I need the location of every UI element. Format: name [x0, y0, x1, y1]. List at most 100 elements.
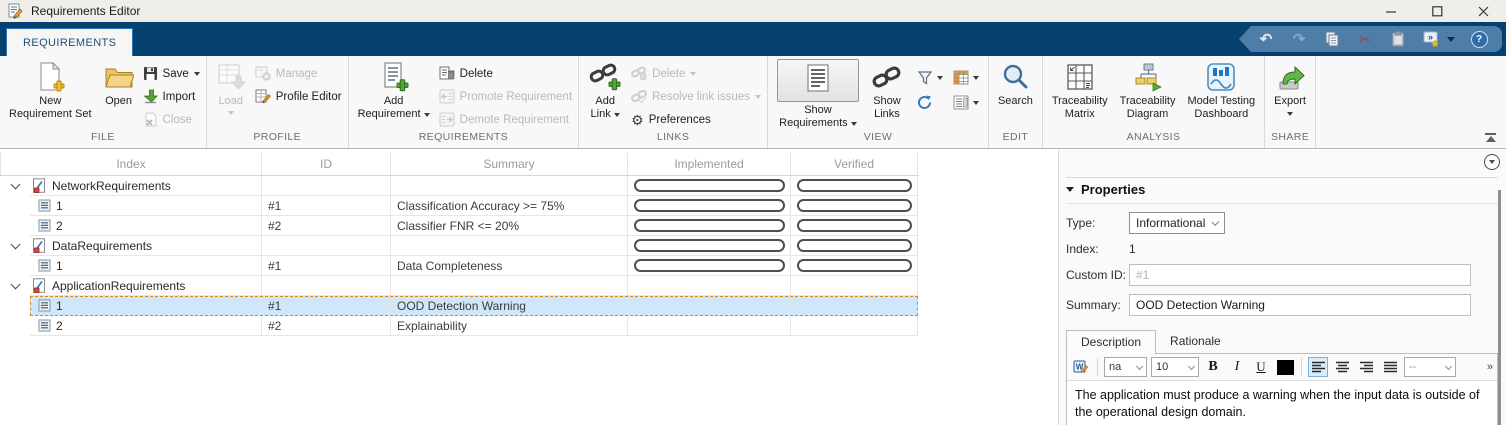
requirement-set-icon	[33, 177, 45, 193]
traceability-matrix-button[interactable]: Traceability Matrix	[1046, 56, 1114, 121]
columns-button[interactable]	[953, 70, 979, 85]
copy-button[interactable]	[1323, 30, 1341, 48]
id-cell	[262, 236, 391, 256]
section-requirements: Add Requirement Delete Promote Requireme…	[349, 56, 580, 148]
column-header-index[interactable]: Index	[0, 153, 262, 175]
summary-input[interactable]	[1129, 294, 1471, 316]
underline-button[interactable]: U	[1251, 357, 1271, 377]
requirement-row[interactable]: 2 #2 Explainability	[0, 316, 919, 336]
font-color-button[interactable]	[1275, 357, 1295, 377]
open-button[interactable]: Open	[98, 56, 140, 108]
add-link-dropdown-arrow[interactable]	[613, 113, 620, 117]
customize-toolbar-button[interactable]: »	[1422, 30, 1440, 48]
requirement-set-row[interactable]: DataRequirements	[0, 236, 919, 256]
import-button[interactable]: Import	[140, 87, 203, 106]
customize-dropdown-arrow[interactable]	[1447, 36, 1455, 42]
align-justify-button[interactable]	[1380, 357, 1400, 377]
column-header-implemented[interactable]: Implemented	[628, 153, 791, 175]
toolbar-separator	[1301, 358, 1302, 376]
minimize-button[interactable]	[1368, 0, 1414, 22]
undo-button[interactable]: ↶	[1257, 30, 1275, 48]
cut-button[interactable]: ✂	[1356, 30, 1374, 48]
close-button[interactable]	[1460, 0, 1506, 22]
column-header-id[interactable]: ID	[262, 153, 391, 175]
expand-chevron-icon[interactable]	[10, 239, 20, 250]
requirement-set-row[interactable]: NetworkRequirements	[0, 176, 919, 196]
requirement-row[interactable]: 1 #1 OOD Detection Warning	[0, 296, 919, 316]
bold-button[interactable]: B	[1203, 357, 1223, 377]
preferences-button[interactable]: ⚙ Preferences	[628, 110, 764, 129]
details-button[interactable]	[953, 95, 979, 110]
font-family-dropdown[interactable]: na	[1104, 357, 1147, 377]
requirement-row[interactable]: 1 #1 Data Completeness	[0, 256, 919, 276]
italic-button[interactable]: I	[1227, 357, 1247, 377]
toolbar-overflow-button[interactable]: »	[1487, 361, 1493, 373]
tab-rationale[interactable]: Rationale	[1156, 330, 1235, 353]
delete-requirement-button[interactable]: Delete	[436, 64, 576, 83]
collapse-panel-button[interactable]	[1484, 154, 1500, 170]
show-requirements-button[interactable]: Show Requirements	[771, 56, 865, 130]
implemented-cell	[628, 196, 791, 216]
expand-chevron-icon[interactable]	[10, 279, 20, 290]
collapse-toolstrip-button[interactable]	[1484, 133, 1497, 142]
column-header-summary[interactable]: Summary	[391, 153, 628, 175]
underline-icon: U	[1256, 359, 1266, 374]
tree-gutter[interactable]	[0, 236, 30, 256]
font-size-dropdown[interactable]: 10	[1151, 357, 1199, 377]
align-left-button[interactable]	[1308, 357, 1328, 377]
list-format-dropdown[interactable]: --	[1404, 357, 1456, 377]
requirement-set-row[interactable]: ApplicationRequirements	[0, 276, 919, 296]
profile-editor-button[interactable]: Profile Editor	[252, 87, 345, 106]
index-cell: 2	[30, 316, 262, 336]
save-dropdown-arrow[interactable]	[193, 71, 200, 76]
maximize-button[interactable]	[1414, 0, 1460, 22]
add-link-button[interactable]: Add Link	[582, 56, 628, 121]
filter-dropdown-arrow[interactable]	[936, 75, 943, 80]
align-right-button[interactable]	[1356, 357, 1376, 377]
new-requirement-set-button[interactable]: New Requirement Set	[3, 56, 98, 121]
expand-chevron-icon[interactable]	[10, 179, 20, 190]
show-requirements-dropdown-arrow[interactable]	[850, 122, 857, 126]
refresh-button[interactable]	[917, 95, 943, 110]
type-row: Type: Informational	[1066, 212, 1498, 234]
redo-button[interactable]: ↷	[1290, 30, 1308, 48]
filter-button[interactable]	[917, 70, 943, 85]
show-links-button[interactable]: Show Links	[865, 56, 909, 121]
type-dropdown[interactable]: Informational	[1129, 212, 1225, 234]
align-center-button[interactable]	[1332, 357, 1352, 377]
implemented-cell	[628, 236, 791, 256]
column-header-verified[interactable]: Verified	[791, 153, 918, 175]
help-button[interactable]: ?	[1470, 30, 1488, 48]
tree-gutter[interactable]	[0, 276, 30, 296]
italic-icon: I	[1234, 359, 1240, 374]
verified-cell	[791, 296, 918, 316]
export-button[interactable]: Export	[1268, 56, 1312, 116]
custom-id-input[interactable]	[1129, 264, 1471, 286]
show-links-icon	[872, 66, 901, 88]
properties-header[interactable]: Properties	[1066, 177, 1498, 204]
details-dropdown-arrow[interactable]	[972, 100, 979, 105]
export-dropdown-arrow[interactable]	[1287, 112, 1294, 116]
id-cell: #1	[262, 296, 391, 316]
requirement-row[interactable]: 2 #2 Classifier FNR <= 20%	[0, 216, 919, 236]
tree-gutter[interactable]	[0, 176, 30, 196]
model-testing-dashboard-button[interactable]: Model Testing Dashboard	[1182, 56, 1262, 121]
add-requirement-button[interactable]: Add Requirement	[352, 56, 436, 121]
columns-dropdown-arrow[interactable]	[972, 75, 979, 80]
index-cell: DataRequirements	[30, 236, 262, 256]
tab-requirements[interactable]: REQUIREMENTS	[6, 28, 134, 56]
tab-description[interactable]: Description	[1066, 330, 1157, 354]
save-button[interactable]: Save	[140, 64, 203, 83]
requirement-row[interactable]: 1 #1 Classification Accuracy >= 75%	[0, 196, 919, 216]
paste-button[interactable]	[1389, 30, 1407, 48]
tree-gutter	[0, 296, 30, 316]
open-folder-icon	[104, 68, 134, 88]
panel-scrollbar[interactable]	[1498, 190, 1501, 425]
traceability-diagram-button[interactable]: Traceability Diagram	[1114, 56, 1182, 121]
summary-cell: OOD Detection Warning	[391, 296, 628, 316]
summary-row: Summary:	[1066, 294, 1498, 316]
add-requirement-dropdown-arrow[interactable]	[423, 113, 430, 117]
description-text[interactable]: The application must produce a warning w…	[1067, 381, 1497, 425]
search-button[interactable]: Search	[992, 56, 1039, 108]
word-import-button[interactable]: W	[1071, 357, 1091, 377]
